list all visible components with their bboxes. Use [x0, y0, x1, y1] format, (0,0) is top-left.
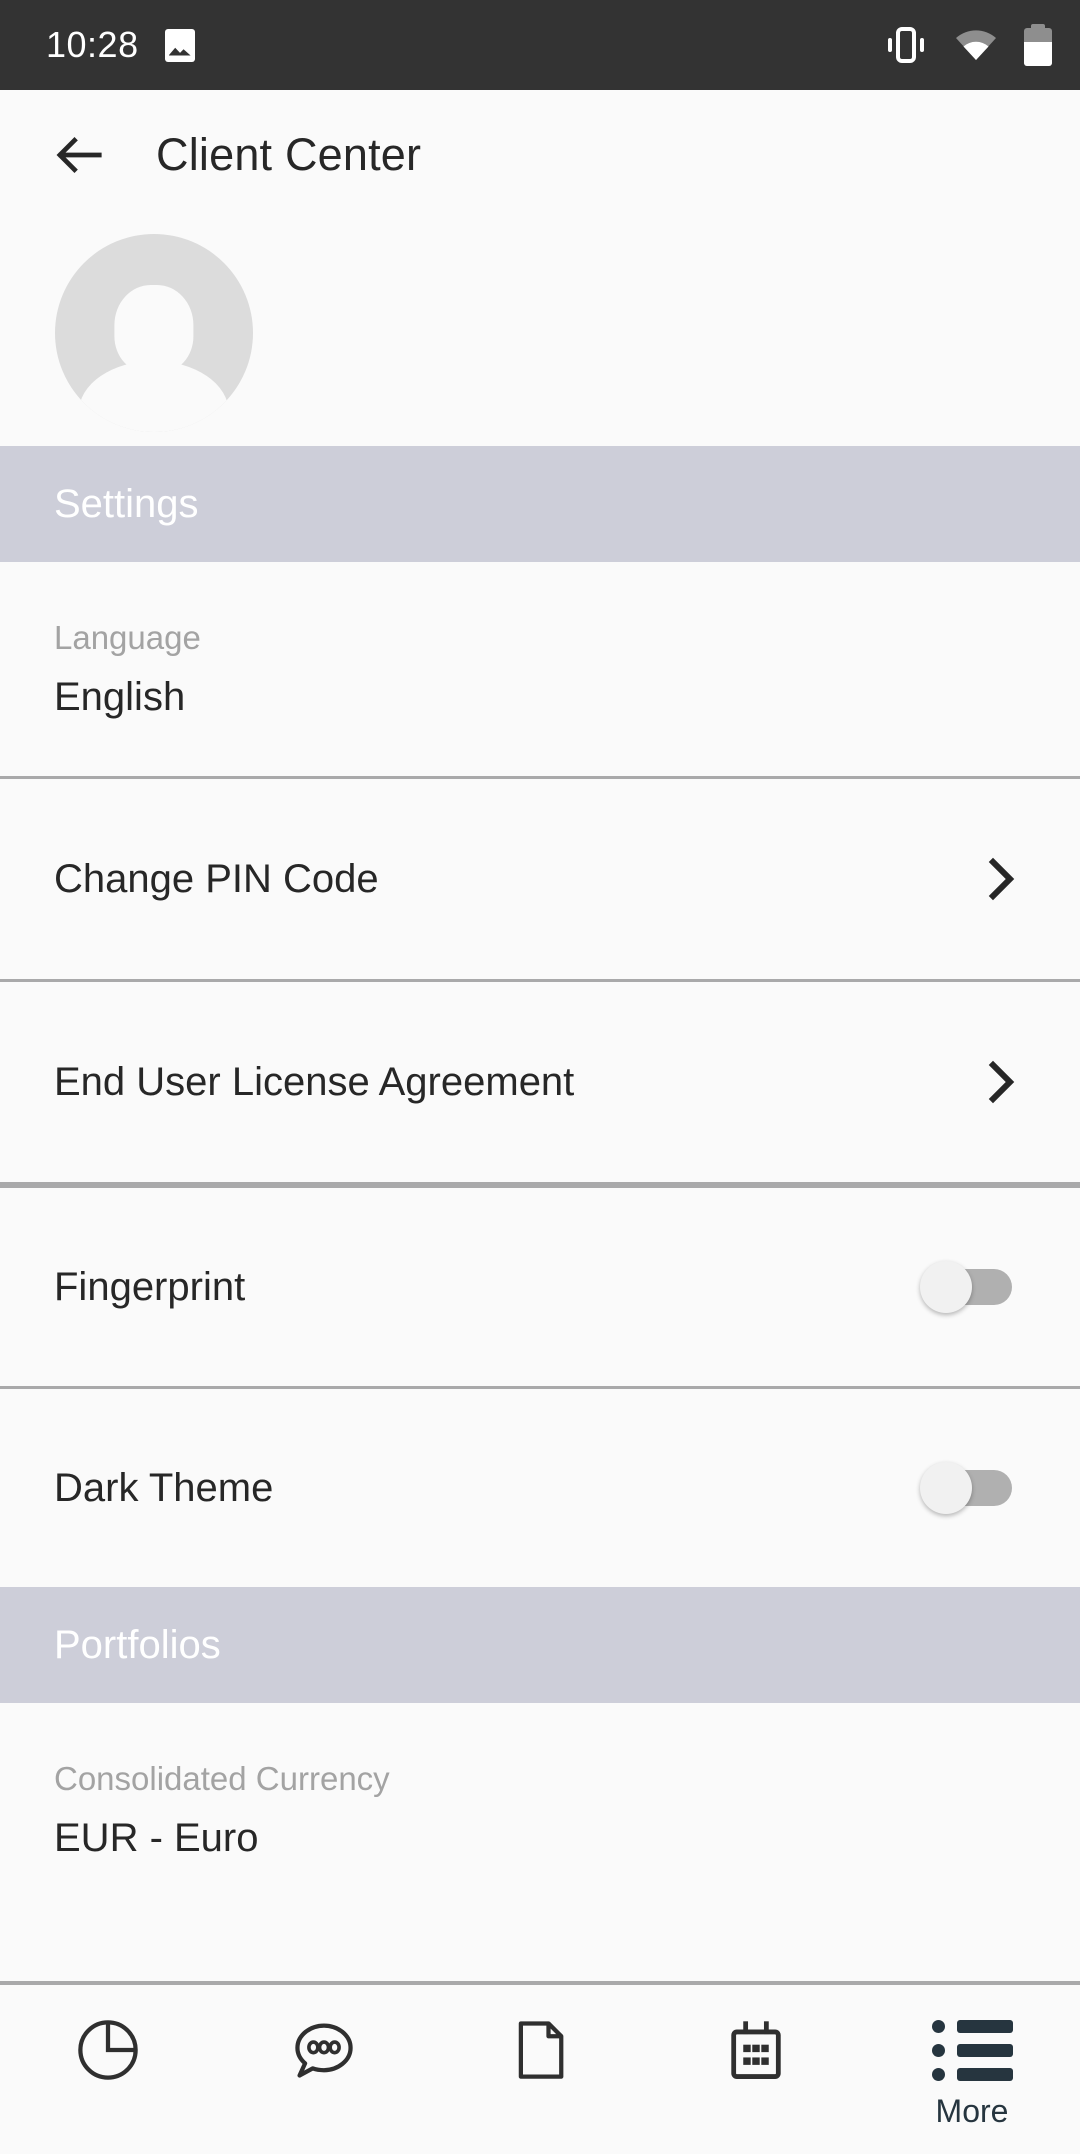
calendar-icon	[719, 2013, 793, 2087]
row-fingerprint[interactable]: Fingerprint	[0, 1188, 1080, 1386]
row-language[interactable]: Language English	[0, 562, 1080, 776]
status-bar-left: 10:28	[46, 24, 195, 66]
fingerprint-toggle[interactable]	[920, 1261, 1012, 1313]
status-bar-right	[884, 24, 1052, 66]
portfolios-list: Consolidated Currency EUR - Euro	[0, 1703, 1080, 1917]
row-dark-theme-label: Dark Theme	[54, 1465, 274, 1510]
section-header-portfolios-label: Portfolios	[54, 1622, 221, 1667]
back-arrow-icon[interactable]	[44, 120, 114, 190]
chat-bubble-icon	[287, 2013, 361, 2087]
row-language-label: Language	[54, 618, 201, 656]
page-title: Client Center	[156, 129, 422, 180]
dark-theme-toggle[interactable]	[920, 1462, 1012, 1514]
row-consolidated-currency[interactable]: Consolidated Currency EUR - Euro	[0, 1703, 1080, 1917]
row-language-value: English	[54, 674, 186, 719]
nav-item-portfolio[interactable]	[8, 2013, 208, 2093]
more-list-icon	[931, 2013, 1013, 2087]
wifi-icon	[954, 28, 998, 62]
row-end-user-license-agreement[interactable]: End User License Agreement	[0, 982, 1080, 1182]
profile-area	[0, 220, 1080, 446]
row-change-pin-code[interactable]: Change PIN Code	[0, 779, 1080, 979]
settings-list: Language English Change PIN Code End Use…	[0, 562, 1080, 1587]
row-consolidated-currency-label: Consolidated Currency	[54, 1759, 390, 1797]
vibrate-icon	[884, 25, 928, 65]
status-bar: 10:28	[0, 0, 1080, 90]
battery-icon	[1024, 24, 1052, 66]
section-header-settings: Settings	[0, 446, 1080, 562]
row-dark-theme[interactable]: Dark Theme	[0, 1389, 1080, 1587]
row-eula-label: End User License Agreement	[54, 1059, 575, 1104]
toggle-thumb	[920, 1462, 972, 1514]
content-spacer	[0, 1917, 1080, 1981]
nav-item-more[interactable]: More	[872, 2013, 1072, 2130]
section-header-portfolios: Portfolios	[0, 1587, 1080, 1703]
nav-item-documents[interactable]	[440, 2013, 640, 2093]
nav-item-more-label: More	[935, 2093, 1009, 2129]
status-bar-clock: 10:28	[46, 24, 139, 65]
section-header-settings-label: Settings	[54, 481, 199, 526]
nav-item-calendar[interactable]	[656, 2013, 856, 2093]
app-bar: Client Center	[0, 90, 1080, 220]
row-fingerprint-label: Fingerprint	[54, 1264, 246, 1309]
bottom-navigation-bar: More	[0, 1981, 1080, 2154]
app-screen: 10:28 Client Center Settings Language En…	[0, 0, 1080, 2154]
avatar[interactable]	[55, 234, 253, 432]
chevron-right-icon	[976, 855, 1024, 903]
avatar-head-shape	[114, 285, 194, 373]
pie-chart-icon	[71, 2013, 145, 2087]
document-page-icon	[503, 2013, 577, 2087]
avatar-shoulders-shape	[78, 360, 230, 432]
photo-icon	[164, 28, 195, 62]
row-change-pin-code-label: Change PIN Code	[54, 856, 379, 901]
chevron-right-icon	[976, 1058, 1024, 1106]
nav-item-messages[interactable]	[224, 2013, 424, 2093]
row-consolidated-currency-value: EUR - Euro	[54, 1815, 259, 1860]
toggle-thumb	[920, 1261, 972, 1313]
